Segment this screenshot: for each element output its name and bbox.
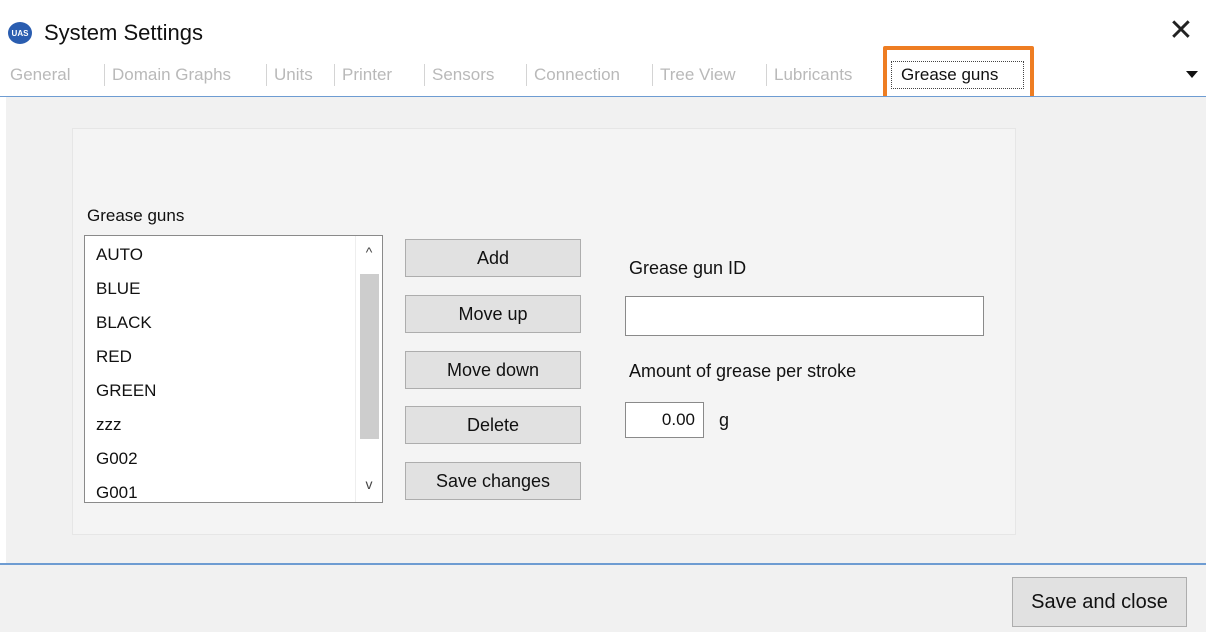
tab-sensors[interactable]: Sensors [432, 63, 494, 87]
tab-separator [424, 64, 425, 86]
list-item[interactable]: G002 [96, 448, 156, 482]
tab-lubricants[interactable]: Lubricants [774, 63, 852, 87]
grease-gun-id-label: Grease gun ID [629, 258, 747, 278]
delete-button[interactable]: Delete [405, 406, 581, 444]
save-changes-button[interactable]: Save changes [405, 462, 581, 500]
amount-unit: g [719, 410, 730, 430]
tab-connection[interactable]: Connection [534, 63, 620, 87]
tab-printer[interactable]: Printer [342, 63, 392, 87]
grease-guns-list[interactable]: AUTO BLUE BLACK RED GREEN zzz G002 G001 … [84, 235, 383, 503]
scroll-down-icon[interactable]: v [358, 474, 380, 494]
list-item[interactable]: BLACK [96, 312, 156, 346]
title-bar: UAS System Settings ✕ [0, 0, 1206, 62]
amount-per-stroke-label: Amount of grease per stroke [629, 361, 857, 381]
amount-per-stroke-input[interactable]: 0.00 [625, 402, 704, 438]
app-logo-icon: UAS [8, 22, 32, 44]
tab-overflow-arrow-icon[interactable] [1186, 71, 1198, 78]
tab-units[interactable]: Units [274, 63, 313, 87]
tab-tree-view[interactable]: Tree View [660, 63, 736, 87]
tab-separator [104, 64, 105, 86]
list-items: AUTO BLUE BLACK RED GREEN zzz G002 G001 [96, 244, 156, 502]
save-and-close-button[interactable]: Save and close [1012, 577, 1187, 627]
add-button[interactable]: Add [405, 239, 581, 277]
scroll-thumb[interactable] [360, 274, 379, 439]
tab-separator [526, 64, 527, 86]
tab-separator [266, 64, 267, 86]
move-up-button[interactable]: Move up [405, 295, 581, 333]
scroll-up-icon[interactable]: ^ [358, 242, 380, 262]
list-item[interactable]: AUTO [96, 244, 156, 278]
tab-domain-graphs[interactable]: Domain Graphs [112, 63, 231, 87]
tab-separator [766, 64, 767, 86]
window-title: System Settings [44, 20, 203, 45]
close-icon[interactable]: ✕ [1164, 12, 1198, 50]
tab-grease-guns[interactable]: Grease guns [901, 63, 998, 87]
list-item[interactable]: zzz [96, 414, 156, 448]
tab-separator [652, 64, 653, 86]
list-item[interactable]: RED [96, 346, 156, 380]
list-item[interactable]: GREEN [96, 380, 156, 414]
tab-general[interactable]: General [10, 63, 70, 87]
grease-gun-id-input[interactable] [625, 296, 984, 336]
list-scrollbar[interactable]: ^ v [355, 236, 382, 502]
tab-separator [334, 64, 335, 86]
grease-guns-label: Grease guns [87, 206, 185, 225]
list-item[interactable]: BLUE [96, 278, 156, 312]
list-item[interactable]: G001 [96, 482, 156, 502]
move-down-button[interactable]: Move down [405, 351, 581, 389]
